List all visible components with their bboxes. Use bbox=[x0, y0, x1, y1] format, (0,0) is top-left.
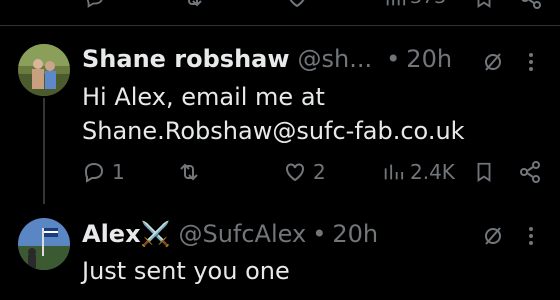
share-icon bbox=[518, 160, 542, 184]
tweet-text-line: Just sent you one bbox=[82, 257, 290, 285]
thread-line bbox=[43, 98, 45, 204]
views-icon bbox=[382, 160, 404, 184]
more-options-icon[interactable] bbox=[526, 50, 536, 74]
timestamp[interactable]: 20h bbox=[406, 45, 452, 73]
timestamp[interactable]: 20h bbox=[332, 220, 378, 248]
tweet-text-line: Hi Alex, email me at bbox=[82, 83, 325, 111]
divider bbox=[0, 25, 560, 26]
like-icon[interactable] bbox=[285, 0, 309, 10]
avatar-photo bbox=[18, 218, 70, 270]
like-count: 2 bbox=[313, 160, 326, 184]
tweet-text-line: Shane.Robshaw@sufc-fab.co.uk bbox=[82, 117, 465, 145]
grok-icon[interactable] bbox=[481, 50, 505, 74]
share-button[interactable] bbox=[518, 160, 542, 184]
separator-dot: • bbox=[312, 220, 327, 248]
tweet-header: Alex⚔️ @SufcAlex • 20h bbox=[82, 220, 378, 248]
tweet-header: Shane robshaw @sh... • 20h bbox=[82, 45, 452, 73]
like-icon bbox=[283, 160, 307, 184]
user-handle[interactable]: @sh... bbox=[298, 45, 373, 73]
bookmark-icon[interactable] bbox=[473, 0, 495, 10]
tweet-text: Just sent you one bbox=[82, 254, 290, 288]
reply-icon[interactable] bbox=[84, 0, 106, 10]
user-handle[interactable]: @SufcAlex bbox=[178, 220, 306, 248]
views-icon[interactable] bbox=[384, 0, 406, 10]
views-count: 373 bbox=[410, 0, 446, 8]
avatar[interactable] bbox=[18, 218, 70, 270]
avatar-photo bbox=[18, 44, 70, 96]
views-button[interactable]: 2.4K bbox=[382, 160, 455, 184]
previous-tweet-actions: 373 bbox=[0, 0, 560, 12]
reply-button[interactable]: 1 bbox=[82, 160, 125, 184]
bookmark-icon bbox=[473, 160, 495, 184]
reply-count: 1 bbox=[112, 160, 125, 184]
like-button[interactable]: 2 bbox=[283, 160, 326, 184]
views-count: 2.4K bbox=[410, 160, 455, 184]
tweet-actions: 1 2 2.4K bbox=[82, 160, 542, 190]
repost-button[interactable] bbox=[177, 160, 207, 184]
tweet-text: Hi Alex, email me at Shane.Robshaw@sufc-… bbox=[82, 80, 465, 148]
reply-icon bbox=[82, 160, 106, 184]
repost-icon bbox=[177, 160, 201, 184]
grok-icon[interactable] bbox=[481, 224, 505, 248]
more-options-icon[interactable] bbox=[526, 224, 536, 248]
avatar[interactable] bbox=[18, 44, 70, 96]
share-icon[interactable] bbox=[519, 0, 543, 10]
repost-icon[interactable] bbox=[181, 0, 205, 10]
display-name[interactable]: Shane robshaw bbox=[82, 45, 290, 73]
bookmark-button[interactable] bbox=[473, 160, 495, 184]
separator-dot: • bbox=[386, 45, 401, 73]
display-name[interactable]: Alex⚔️ bbox=[82, 220, 170, 248]
